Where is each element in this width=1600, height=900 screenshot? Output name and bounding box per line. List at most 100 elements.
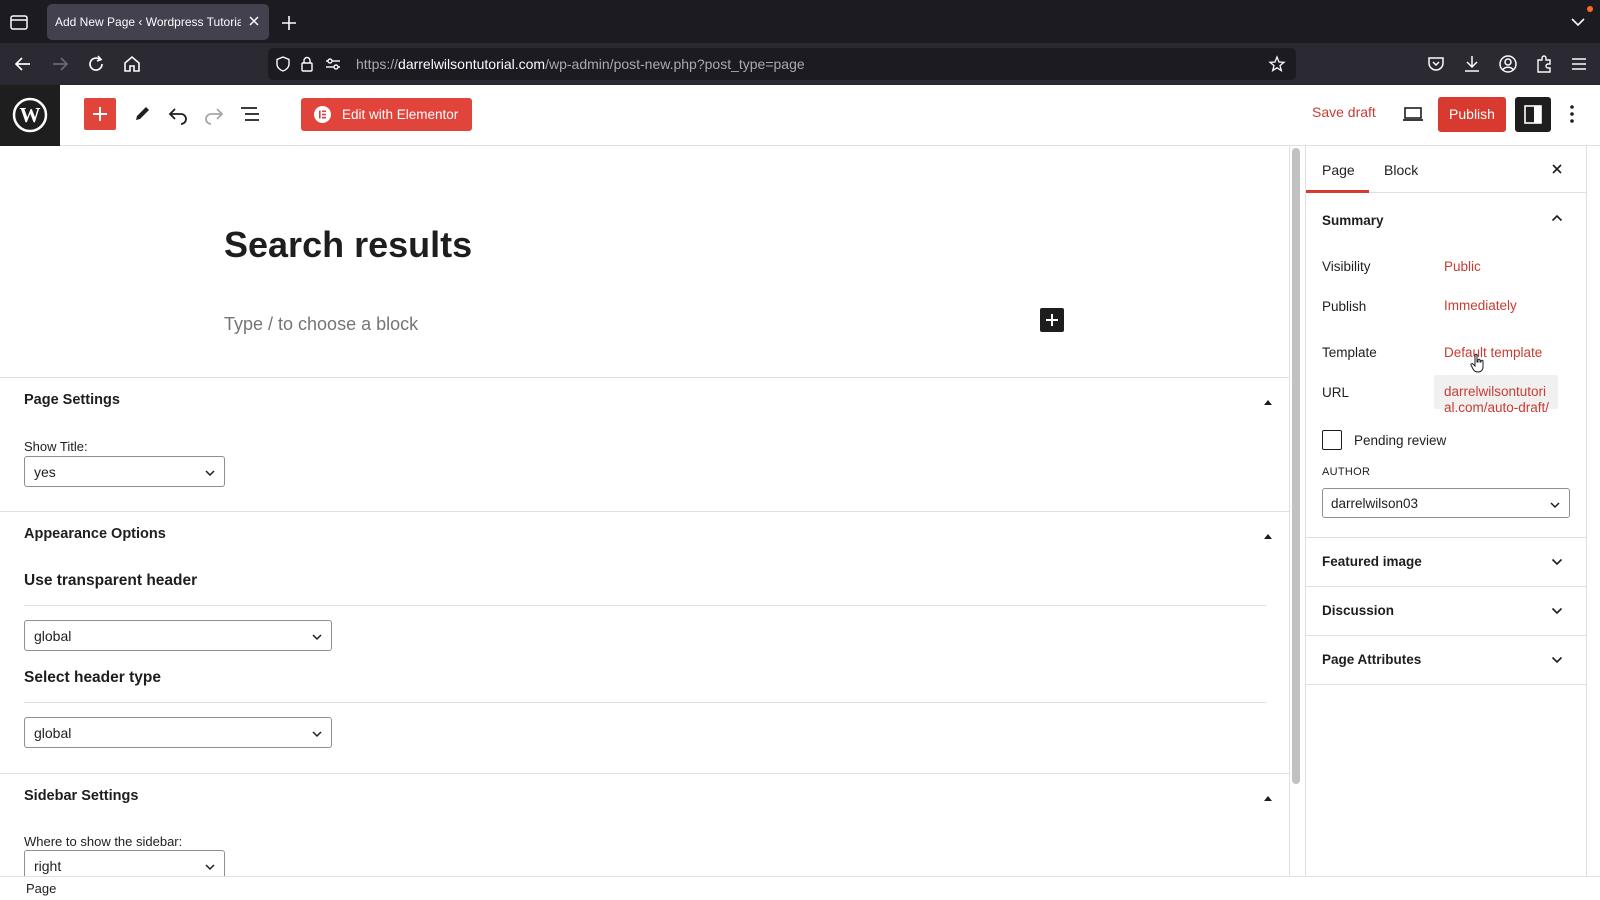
close-icon[interactable] bbox=[247, 14, 261, 28]
author-value: darrelwilson03 bbox=[1331, 496, 1419, 511]
url-bar[interactable]: https://darrelwilsontutorial.com/wp-admi… bbox=[268, 48, 1296, 80]
settings-sidebar: Page Block Summary Visibility Public Pub… bbox=[1305, 146, 1587, 876]
url-domain: darrelwilsontutorial.com bbox=[398, 56, 546, 72]
editor-header: W Edit with Elementor Save draft Publish bbox=[0, 85, 1600, 146]
visibility-value[interactable]: Public bbox=[1444, 259, 1481, 274]
pending-review-label: Pending review bbox=[1354, 433, 1447, 448]
tab-title: Add New Page ‹ Wordpress Tutorial bbox=[55, 15, 241, 29]
tab-block[interactable]: Block bbox=[1384, 162, 1418, 178]
metabox-title: Page Settings bbox=[24, 392, 120, 408]
bookmark-star-icon[interactable] bbox=[1268, 55, 1286, 78]
select-value: right bbox=[34, 858, 62, 874]
hand-pointer-cursor-icon bbox=[1470, 353, 1486, 373]
preview-icon[interactable] bbox=[1398, 99, 1428, 129]
sidebar-tabs: Page Block bbox=[1306, 146, 1586, 193]
sidebar-position-select[interactable]: right bbox=[24, 850, 225, 876]
metabox-sidebar-settings: Sidebar Settings Where to show the sideb… bbox=[0, 773, 1289, 876]
inline-add-block-button[interactable] bbox=[1040, 308, 1064, 332]
pocket-icon[interactable] bbox=[1424, 52, 1448, 76]
publish-button[interactable]: Publish bbox=[1438, 97, 1506, 132]
edit-with-elementor-button[interactable]: Edit with Elementor bbox=[301, 98, 472, 131]
panel-title[interactable]: Page Attributes bbox=[1322, 652, 1421, 667]
undo-icon[interactable] bbox=[165, 101, 191, 127]
panel-title[interactable]: Discussion bbox=[1322, 603, 1394, 618]
settings-sidebar-icon[interactable] bbox=[1515, 97, 1551, 132]
elementor-icon bbox=[314, 106, 331, 123]
divider bbox=[24, 605, 1266, 606]
reload-icon[interactable] bbox=[84, 52, 108, 76]
account-icon[interactable] bbox=[1496, 52, 1520, 76]
chevron-up-icon[interactable] bbox=[1550, 211, 1564, 225]
chevron-down-icon bbox=[204, 466, 216, 478]
browser-nav-bar: https://darrelwilsontutorial.com/wp-admi… bbox=[0, 43, 1600, 85]
transparent-header-label: Use transparent header bbox=[24, 572, 198, 589]
url-text[interactable]: https://darrelwilsontutorial.com/wp-admi… bbox=[356, 56, 805, 72]
extensions-icon[interactable] bbox=[1532, 52, 1556, 76]
chevron-down-icon bbox=[311, 630, 323, 642]
featured-image-panel[interactable]: Featured image bbox=[1306, 538, 1586, 587]
editor-footer: Page bbox=[0, 876, 1600, 900]
visibility-label: Visibility bbox=[1322, 259, 1371, 274]
page-attributes-panel[interactable]: Page Attributes bbox=[1306, 636, 1586, 685]
browser-tab-active[interactable]: Add New Page ‹ Wordpress Tutorial bbox=[47, 4, 269, 40]
header-type-label: Select header type bbox=[24, 669, 161, 686]
collapse-triangle-icon[interactable] bbox=[1262, 529, 1274, 541]
panel-title[interactable]: Featured image bbox=[1322, 554, 1422, 569]
forward-icon[interactable] bbox=[48, 52, 72, 76]
home-icon[interactable] bbox=[120, 52, 144, 76]
redo-icon[interactable] bbox=[201, 101, 227, 127]
block-placeholder[interactable]: Type / to choose a block bbox=[224, 314, 418, 335]
metabox-title: Sidebar Settings bbox=[24, 788, 139, 804]
editor-canvas: Search results Type / to choose a block … bbox=[0, 146, 1290, 876]
chevron-down-icon bbox=[311, 727, 323, 739]
permissions-icon[interactable] bbox=[324, 56, 342, 77]
tab-list-icon[interactable] bbox=[8, 11, 30, 33]
close-icon[interactable] bbox=[1550, 162, 1564, 176]
document-overview-icon[interactable] bbox=[237, 101, 263, 127]
lock-icon[interactable] bbox=[299, 55, 315, 78]
pencil-icon[interactable] bbox=[129, 101, 155, 127]
transparent-header-select[interactable]: global bbox=[24, 620, 332, 651]
more-options-icon[interactable] bbox=[1561, 101, 1583, 127]
summary-panel: Summary Visibility Public Publish Immedi… bbox=[1306, 193, 1586, 538]
new-tab-icon[interactable] bbox=[278, 12, 300, 34]
shield-icon[interactable] bbox=[274, 55, 292, 78]
collapse-triangle-icon[interactable] bbox=[1262, 395, 1274, 407]
url-label: URL bbox=[1322, 385, 1350, 400]
url-value-line2[interactable]: al.com/auto-draft/ bbox=[1444, 400, 1549, 415]
back-icon[interactable] bbox=[11, 52, 35, 76]
url-value-line1[interactable]: darrelwilsontutori bbox=[1444, 384, 1546, 399]
select-value: yes bbox=[34, 464, 56, 480]
summary-title[interactable]: Summary bbox=[1322, 213, 1384, 228]
collapse-triangle-icon[interactable] bbox=[1262, 791, 1274, 803]
notification-dot bbox=[1587, 6, 1593, 12]
publish-date-value[interactable]: Immediately bbox=[1444, 298, 1517, 313]
publish-label: Publish bbox=[1322, 299, 1367, 314]
save-draft-button[interactable]: Save draft bbox=[1312, 104, 1376, 120]
author-select[interactable]: darrelwilson03 bbox=[1322, 488, 1570, 518]
downloads-icon[interactable] bbox=[1460, 52, 1484, 76]
metabox-title: Appearance Options bbox=[24, 526, 166, 542]
url-path: /wp-admin/post-new.php?post_type=page bbox=[545, 56, 805, 72]
template-label: Template bbox=[1322, 345, 1377, 360]
select-value: global bbox=[34, 725, 72, 741]
url-scheme: https:// bbox=[356, 56, 399, 72]
template-value[interactable]: Default template bbox=[1444, 345, 1542, 360]
page-title[interactable]: Search results bbox=[224, 224, 472, 266]
chevron-down-icon[interactable] bbox=[1550, 653, 1564, 667]
menu-icon[interactable] bbox=[1567, 52, 1591, 76]
add-block-button[interactable] bbox=[84, 98, 116, 130]
chevron-down-icon[interactable] bbox=[1568, 12, 1588, 32]
breadcrumb[interactable]: Page bbox=[26, 881, 56, 896]
pending-review-checkbox[interactable] bbox=[1322, 430, 1342, 450]
header-type-select[interactable]: global bbox=[24, 717, 332, 748]
chevron-down-icon[interactable] bbox=[1550, 604, 1564, 618]
discussion-panel[interactable]: Discussion bbox=[1306, 587, 1586, 636]
wordpress-logo-icon[interactable]: W bbox=[0, 85, 60, 146]
show-title-select[interactable]: yes bbox=[24, 456, 225, 487]
canvas-scrollbar[interactable] bbox=[1292, 148, 1300, 784]
chevron-down-icon[interactable] bbox=[1550, 555, 1564, 569]
author-caption: AUTHOR bbox=[1322, 466, 1371, 478]
select-value: global bbox=[34, 628, 72, 644]
tab-page[interactable]: Page bbox=[1322, 162, 1355, 178]
